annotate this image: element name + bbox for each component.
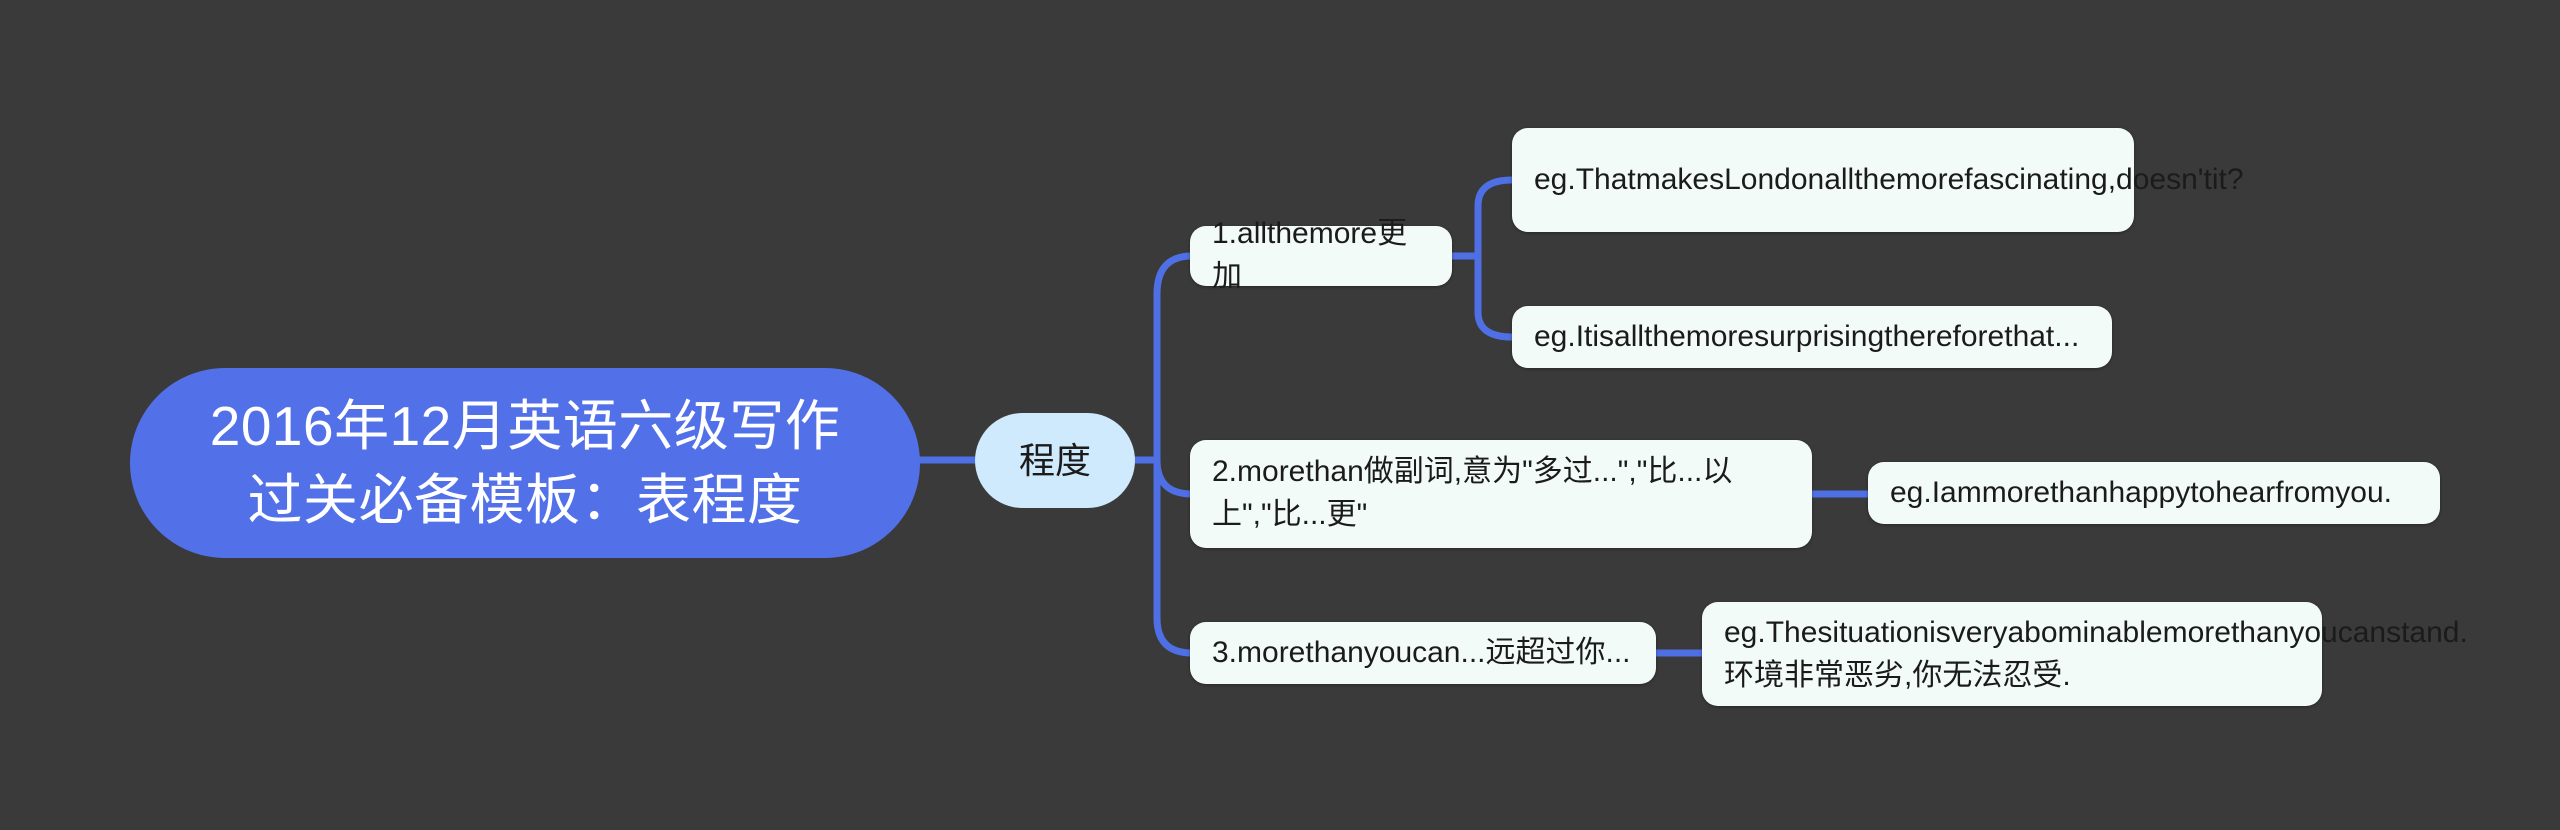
- edge-chengdu-to-branch-1: [1153, 252, 1196, 464]
- root-node[interactable]: 2016年12月英语六级写作 过关必备模板：表程度: [130, 368, 920, 558]
- edge-chengdu-to-branch-2: [1153, 456, 1196, 498]
- edge-branch-1-to-leaf-1: [1474, 176, 1516, 260]
- topic-node-chengdu[interactable]: 程度: [975, 413, 1135, 508]
- example-node-2[interactable]: eg.Itisallthemoresurprisingthereforethat…: [1512, 306, 2112, 368]
- edge-branch-1-to-leaf-2: [1474, 252, 1516, 341]
- edge-chengdu-to-branch-3: [1153, 456, 1196, 657]
- root-node-line1: 2016年12月英语六级写作: [209, 394, 841, 457]
- example-node-4[interactable]: eg.Thesituationisveryabominablemorethany…: [1702, 602, 2468, 706]
- example-node-3-label: eg.Iammorethanhappytohearfromyou.: [1890, 476, 2392, 510]
- topic-node-chengdu-label: 程度: [1018, 440, 1091, 481]
- branch-node-3-label: 3.morethanyoucan...远超过你...: [1212, 635, 1631, 669]
- root-node-line2: 过关必备模板：表程度: [247, 469, 803, 531]
- branch-node-1[interactable]: 1.allthemore更加: [1190, 217, 1452, 293]
- example-node-3[interactable]: eg.Iammorethanhappytohearfromyou.: [1868, 462, 2440, 524]
- branch-node-3[interactable]: 3.morethanyoucan...远超过你...: [1190, 622, 1656, 684]
- example-node-1-label: eg.ThatmakesLondonallthemorefascinating,…: [1534, 163, 2244, 197]
- example-node-1[interactable]: eg.ThatmakesLondonallthemorefascinating,…: [1512, 128, 2244, 232]
- example-node-4-label: eg.Thesituationisveryabominablemorethany…: [1724, 615, 2468, 693]
- root-node-label: 2016年12月英语六级写作 过关必备模板：表程度: [170, 389, 881, 538]
- mindmap-canvas: 2016年12月英语六级写作 过关必备模板：表程度 程度 1.allthemor…: [0, 0, 2560, 830]
- branch-node-1-label: 1.allthemore更加: [1212, 217, 1408, 293]
- example-node-2-label: eg.Itisallthemoresurprisingthereforethat…: [1534, 320, 2080, 354]
- branch-node-2-label: 2.morethan做副词,意为"多过...","比...以上","比...更": [1212, 455, 1733, 531]
- branch-node-2[interactable]: 2.morethan做副词,意为"多过...","比...以上","比...更": [1190, 440, 1812, 548]
